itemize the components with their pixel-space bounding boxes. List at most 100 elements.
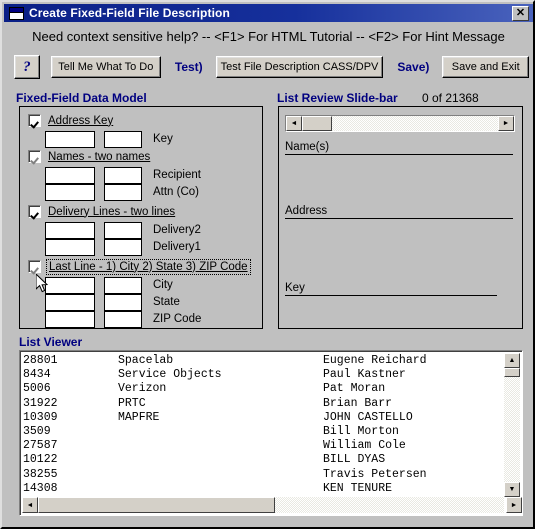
slider-left-arrow-icon[interactable]: ◄	[286, 116, 302, 131]
row-name: Brian Barr	[323, 396, 393, 410]
list-viewer-row[interactable]: 27587 William Cole	[23, 439, 503, 453]
input-delivery2-start[interactable]	[45, 221, 95, 239]
group-row-address-key[interactable]: Address Key	[28, 113, 113, 128]
field-row-delivery1: Delivery1	[45, 238, 201, 256]
row-key: 10309	[23, 410, 58, 424]
horizontal-scroll-thumb[interactable]	[38, 497, 275, 513]
row-name: Travis Petersen	[323, 467, 427, 481]
list-review-slide-bar-title: List Review Slide-bar	[277, 91, 398, 105]
review-label-names: Name(s)	[285, 141, 330, 153]
toolbar: ? Tell Me What To Do Test) Test File Des…	[14, 54, 529, 80]
close-button[interactable]: ✕	[512, 5, 529, 21]
checkbox-names[interactable]	[28, 150, 41, 163]
row-key: 3509	[23, 424, 51, 438]
group-label-names: Names - two names	[48, 150, 151, 163]
checkbox-delivery-lines[interactable]	[28, 205, 41, 218]
input-attn-start[interactable]	[45, 183, 95, 201]
review-value-address	[285, 218, 513, 219]
list-review-slider[interactable]: ◄ ►	[285, 115, 515, 132]
window-icon	[9, 6, 24, 20]
row-name: Eugene Reichard	[323, 354, 427, 367]
input-recipient-length[interactable]	[104, 166, 142, 184]
input-delivery1-length[interactable]	[104, 238, 142, 256]
list-viewer-panel[interactable]: 28801 Spacelab Eugene Reichard 8434 Service …	[19, 350, 523, 516]
input-attn-length[interactable]	[104, 183, 142, 201]
list-viewer-row[interactable]: 5006 Verizon Pat Moran	[23, 382, 503, 396]
input-delivery2-length[interactable]	[104, 221, 142, 239]
group-row-last-line[interactable]: Last Line - 1) City 2) State 3) ZIP Code	[28, 258, 251, 275]
field-label-recipient: Recipient	[153, 169, 201, 181]
input-zip-start[interactable]	[45, 310, 95, 328]
input-state-start[interactable]	[45, 293, 95, 311]
slider-right-arrow-icon[interactable]: ►	[498, 116, 514, 131]
test-prefix-label: Test)	[174, 60, 203, 74]
list-viewer-row[interactable]: 38255 Travis Petersen	[23, 468, 503, 482]
input-recipient-start[interactable]	[45, 166, 95, 184]
list-viewer-vertical-scrollbar[interactable]: ▲ ▼	[504, 353, 520, 497]
row-company: Verizon	[118, 382, 167, 396]
context-help-text: Need context sensitive help? -- <F1> For…	[32, 28, 505, 44]
tell-me-what-to-do-button[interactable]: Tell Me What To Do	[50, 56, 161, 78]
group-row-delivery-lines[interactable]: Delivery Lines - two lines	[28, 204, 175, 219]
row-name: BILL DYAS	[323, 453, 386, 467]
record-counter: 0 of 21368	[422, 91, 479, 105]
scroll-up-arrow-icon[interactable]: ▲	[504, 353, 520, 368]
title-bar: Create Fixed-Field File Description ✕	[4, 4, 533, 22]
checkbox-address-key[interactable]	[28, 114, 41, 127]
row-key: 14308	[23, 481, 58, 495]
list-viewer-row[interactable]: 10122 BILL DYAS	[23, 453, 503, 467]
group-label-address-key: Address Key	[48, 114, 114, 127]
row-key: 28801	[23, 354, 58, 367]
field-label-zip: ZIP Code	[153, 313, 202, 325]
review-value-key	[285, 295, 497, 296]
field-label-key: Key	[153, 133, 173, 145]
row-key: 38255	[23, 467, 58, 481]
window-title: Create Fixed-Field File Description	[29, 6, 230, 20]
list-viewer-row[interactable]: 8434 Service Objects Paul Kastner	[23, 368, 503, 382]
field-row-state: State	[45, 293, 180, 311]
test-file-description-button[interactable]: Test File Description CASS/DPV	[215, 56, 384, 78]
field-label-delivery1: Delivery1	[153, 241, 201, 253]
field-row-recipient: Recipient	[45, 166, 201, 184]
field-row-zip: ZIP Code	[45, 310, 201, 328]
list-viewer-row[interactable]: 3509 Bill Morton	[23, 425, 503, 439]
field-label-delivery2: Delivery2	[153, 224, 201, 236]
input-state-length[interactable]	[104, 293, 142, 311]
list-viewer-row[interactable]: 10309 MAPFRE JOHN CASTELLO	[23, 411, 503, 425]
field-row-delivery2: Delivery2	[45, 221, 201, 239]
input-delivery1-start[interactable]	[45, 238, 95, 256]
row-name: Pat Moran	[323, 382, 386, 396]
input-key-start[interactable]	[45, 130, 95, 148]
scroll-left-arrow-icon[interactable]: ◄	[22, 497, 38, 513]
row-company: MAPFRE	[118, 410, 160, 424]
row-name: Paul Kastner	[323, 368, 406, 382]
row-name: KEN TENURE	[323, 481, 393, 495]
list-viewer-title: List Viewer	[19, 335, 83, 349]
slider-thumb[interactable]	[302, 116, 332, 131]
row-key: 5006	[23, 382, 51, 396]
input-city-length[interactable]	[104, 276, 142, 294]
slider-track[interactable]	[302, 116, 498, 131]
row-key: 27587	[23, 439, 58, 453]
checkbox-last-line[interactable]	[28, 260, 41, 273]
review-label-address: Address	[285, 205, 328, 217]
input-zip-length[interactable]	[104, 310, 142, 328]
save-and-exit-button[interactable]: Save and Exit	[442, 56, 529, 78]
field-row-attn: Attn (Co)	[45, 183, 199, 201]
group-row-names[interactable]: Names - two names	[28, 149, 150, 164]
row-name: JOHN CASTELLO	[323, 410, 413, 424]
vertical-scroll-thumb[interactable]	[504, 368, 520, 377]
field-row-key: Key	[45, 130, 173, 148]
scroll-right-arrow-icon[interactable]: ►	[506, 497, 522, 513]
list-viewer-row[interactable]: 31922 PRTC Brian Barr	[23, 397, 503, 411]
list-viewer-rows: 28801 Spacelab Eugene Reichard 8434 Service …	[23, 354, 503, 496]
list-viewer-row[interactable]: 14308 KEN TENURE	[23, 482, 503, 496]
input-city-start[interactable]	[45, 276, 95, 294]
input-key-length[interactable]	[104, 130, 142, 148]
help-question-button[interactable]: ?	[14, 55, 40, 79]
row-name: William Cole	[323, 439, 406, 453]
list-viewer-horizontal-scrollbar[interactable]: ◄	[22, 497, 504, 513]
close-icon: ✕	[515, 6, 526, 19]
list-viewer-row[interactable]: 28801 Spacelab Eugene Reichard	[23, 354, 503, 368]
scroll-down-arrow-icon[interactable]: ▼	[504, 482, 520, 497]
